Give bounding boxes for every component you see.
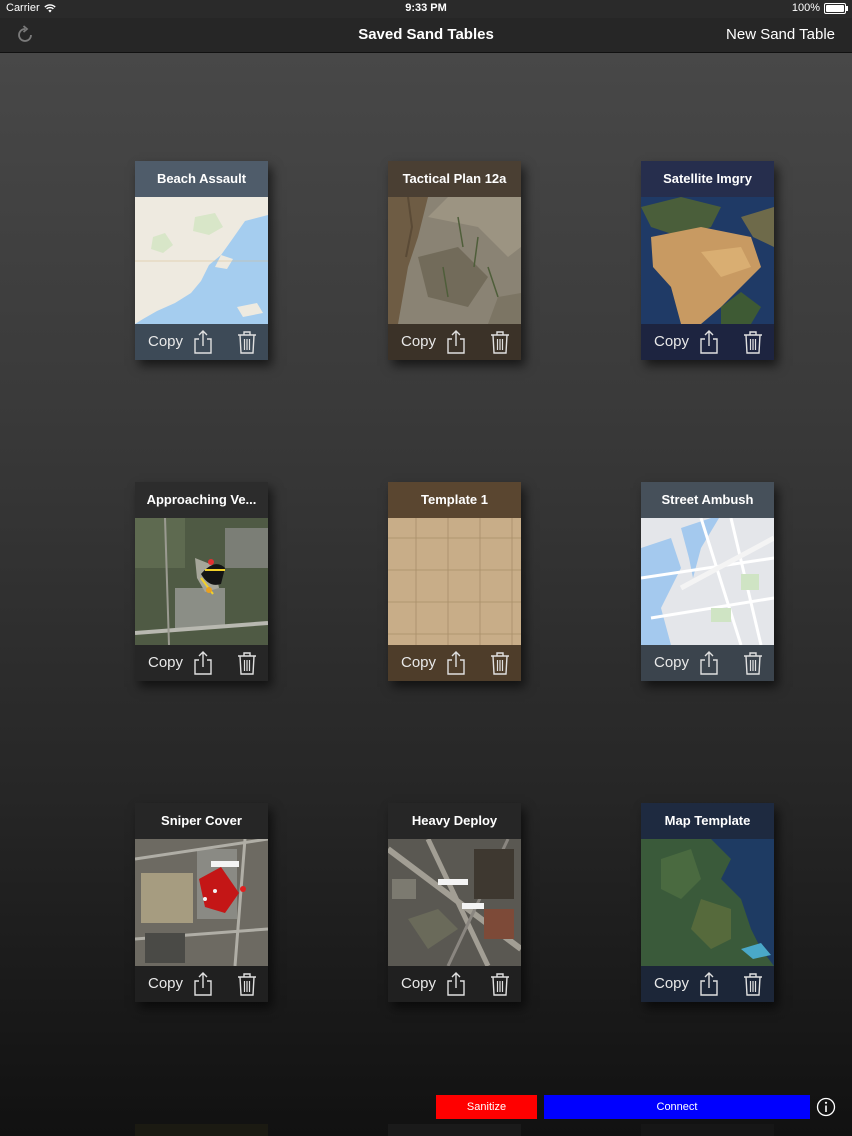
trash-icon[interactable] [743, 330, 763, 354]
share-icon[interactable] [193, 972, 213, 996]
copy-button[interactable]: Copy [401, 975, 436, 992]
trash-icon[interactable] [237, 330, 257, 354]
trash-icon[interactable] [490, 972, 510, 996]
card-actions: Copy [135, 966, 268, 1002]
sand-table-card[interactable]: Sniper Cover Copy [135, 803, 268, 1002]
navigation-bar: Saved Sand Tables New Sand Table [0, 18, 852, 53]
card-actions: Copy [388, 324, 521, 360]
trash-icon[interactable] [237, 651, 257, 675]
new-sand-table-button[interactable]: New Sand Table [726, 26, 835, 43]
copy-button[interactable]: Copy [654, 654, 689, 671]
status-bar: Carrier 9:33 PM 100% [0, 0, 852, 18]
sand-table-card[interactable]: Satellite Imgry Copy [641, 161, 774, 360]
share-icon[interactable] [446, 330, 466, 354]
trash-icon[interactable] [490, 330, 510, 354]
share-icon[interactable] [193, 651, 213, 675]
card-actions: Copy [388, 645, 521, 681]
card-actions: Copy [388, 966, 521, 1002]
partial-card[interactable] [641, 1124, 774, 1136]
copy-button[interactable]: Copy [654, 975, 689, 992]
share-icon[interactable] [699, 651, 719, 675]
sanitize-button[interactable]: Sanitize [436, 1095, 537, 1119]
card-title: Beach Assault [135, 161, 268, 197]
copy-button[interactable]: Copy [654, 333, 689, 350]
trash-icon[interactable] [743, 651, 763, 675]
card-title: Map Template [641, 803, 774, 839]
sand-table-card[interactable]: Tactical Plan 12a Copy [388, 161, 521, 360]
card-title: Tactical Plan 12a [388, 161, 521, 197]
page-title: Saved Sand Tables [358, 26, 494, 43]
copy-button[interactable]: Copy [401, 654, 436, 671]
battery-label: 100% [791, 2, 820, 14]
share-icon[interactable] [446, 651, 466, 675]
card-thumbnail-grid[interactable] [388, 518, 521, 645]
partial-card[interactable] [388, 1124, 521, 1136]
share-icon[interactable] [193, 330, 213, 354]
card-thumbnail-street-map[interactable] [641, 518, 774, 645]
card-thumbnail-aerial[interactable] [388, 839, 521, 966]
card-actions: Copy [135, 645, 268, 681]
copy-button[interactable]: Copy [148, 333, 183, 350]
card-actions: Copy [641, 324, 774, 360]
card-thumbnail-aerial[interactable] [135, 518, 268, 645]
card-title: Street Ambush [641, 482, 774, 518]
card-thumbnail-map[interactable] [135, 197, 268, 324]
copy-button[interactable]: Copy [148, 975, 183, 992]
card-title: Heavy Deploy [388, 803, 521, 839]
card-actions: Copy [135, 324, 268, 360]
card-title: Approaching Ve... [135, 482, 268, 518]
copy-button[interactable]: Copy [148, 654, 183, 671]
info-icon[interactable] [816, 1097, 836, 1117]
trash-icon[interactable] [237, 972, 257, 996]
share-icon[interactable] [446, 972, 466, 996]
sand-table-card[interactable]: Street Ambush Copy [641, 482, 774, 681]
status-time: 9:33 PM [405, 2, 447, 14]
sand-table-card[interactable]: Template 1 Copy [388, 482, 521, 681]
sand-table-card[interactable]: Map Template Copy [641, 803, 774, 1002]
trash-icon[interactable] [743, 972, 763, 996]
card-actions: Copy [641, 645, 774, 681]
share-icon[interactable] [699, 330, 719, 354]
card-title: Satellite Imgry [641, 161, 774, 197]
copy-button[interactable]: Copy [401, 333, 436, 350]
trash-icon[interactable] [490, 651, 510, 675]
card-thumbnail-aerial[interactable] [135, 839, 268, 966]
sand-table-card[interactable]: Approaching Ve... Copy [135, 482, 268, 681]
connect-button[interactable]: Connect [544, 1095, 810, 1119]
sand-table-card[interactable]: Heavy Deploy Copy [388, 803, 521, 1002]
card-thumbnail-terrain[interactable] [388, 197, 521, 324]
status-battery-group: 100% [791, 2, 848, 14]
partial-card[interactable] [135, 1124, 268, 1136]
card-thumbnail-satellite[interactable] [641, 839, 774, 966]
card-thumbnail-satellite[interactable] [641, 197, 774, 324]
battery-icon [824, 2, 848, 14]
card-actions: Copy [641, 966, 774, 1002]
card-title: Template 1 [388, 482, 521, 518]
share-icon[interactable] [699, 972, 719, 996]
sand-table-card[interactable]: Beach Assault Copy [135, 161, 268, 360]
card-title: Sniper Cover [135, 803, 268, 839]
